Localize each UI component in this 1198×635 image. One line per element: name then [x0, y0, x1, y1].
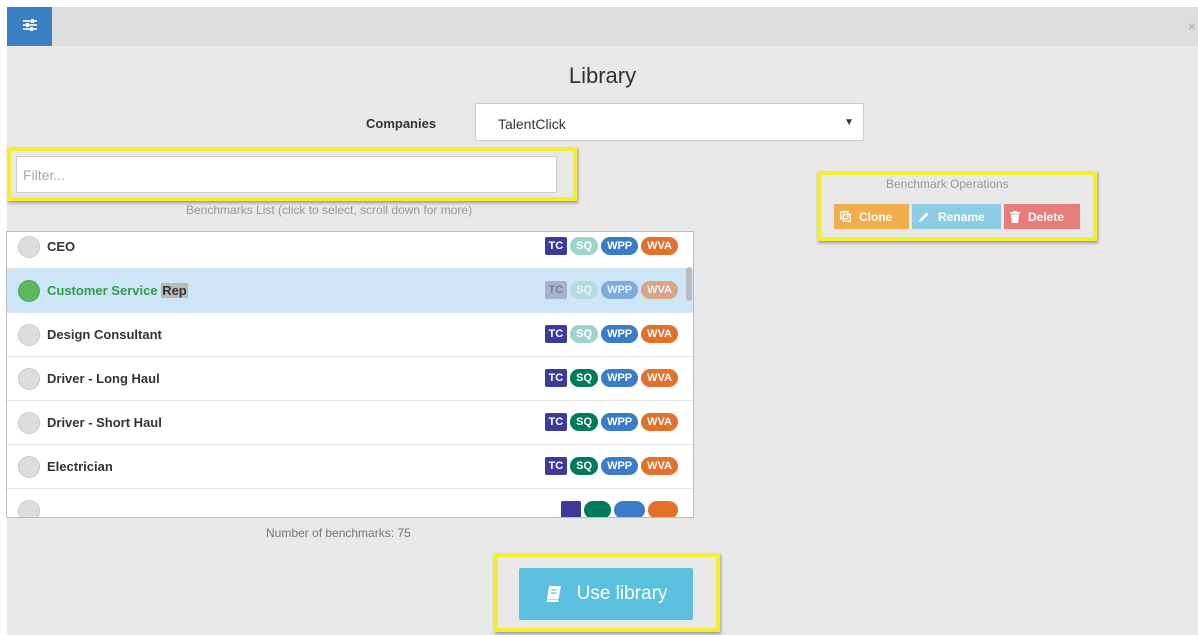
list-item-label: CEO: [47, 239, 76, 254]
tag-group: [560, 501, 678, 517]
search-match-highlight: Rep: [161, 283, 188, 298]
list-item-partial[interactable]: [7, 489, 693, 517]
trash-icon: [1010, 210, 1020, 223]
use-library-label: Use library: [576, 583, 668, 604]
radio-button[interactable]: [18, 236, 40, 258]
companies-select[interactable]: TalentClick ▼: [475, 103, 864, 141]
rename-label: Rename: [938, 209, 985, 224]
tag-wva: WVA: [641, 457, 678, 475]
delete-button[interactable]: Delete: [1004, 204, 1080, 229]
list-item-label: Design Consultant: [47, 327, 162, 342]
tag-group: TC SQ WPP WVA: [544, 237, 678, 255]
sliders-icon: [22, 18, 37, 36]
companies-selected-value: TalentClick: [498, 116, 566, 132]
radio-button[interactable]: [18, 456, 40, 478]
tag-tc: TC: [544, 369, 568, 387]
tag-sq: SQ: [570, 369, 599, 387]
tag-tc: TC: [544, 325, 568, 343]
page-title: Library: [568, 63, 637, 88]
rename-button[interactable]: Rename: [912, 204, 1001, 229]
tag-sq: [584, 501, 612, 517]
tag-wpp: WPP: [601, 325, 639, 343]
filter-input[interactable]: [16, 156, 557, 193]
radio-button[interactable]: [18, 500, 40, 517]
list-item-label: Customer Service Rep: [47, 283, 188, 298]
tag-tc: [560, 501, 582, 517]
list-item-driver-long-haul[interactable]: Driver - Long Haul TC SQ WPP WVA: [7, 357, 693, 401]
clone-button[interactable]: Clone: [834, 204, 909, 229]
radio-button[interactable]: [18, 324, 40, 346]
tag-wpp: WPP: [601, 413, 639, 431]
tag-sq: SQ: [570, 281, 599, 299]
tag-wpp: WPP: [601, 237, 639, 255]
book-icon: [545, 585, 563, 603]
list-scrollbar[interactable]: [686, 267, 692, 301]
tag-wva: WVA: [641, 281, 678, 299]
operations-title: Benchmark Operations: [886, 177, 1009, 191]
list-item-customer-service-rep[interactable]: Customer Service Rep TC SQ WPP WVA: [7, 269, 693, 313]
copy-icon: [840, 211, 851, 222]
benchmarks-list[interactable]: CEO TC SQ WPP WVA Customer Service Rep T…: [6, 231, 694, 518]
tag-wpp: WPP: [601, 457, 639, 475]
tag-group: TC SQ WPP WVA: [544, 457, 678, 475]
tag-wpp: WPP: [601, 369, 639, 387]
tag-wva: [647, 501, 678, 517]
tag-wva: WVA: [641, 237, 678, 255]
radio-button[interactable]: [18, 280, 40, 302]
list-item-label: Driver - Short Haul: [47, 415, 162, 430]
tag-sq: SQ: [570, 413, 599, 431]
radio-button[interactable]: [18, 368, 40, 390]
chevron-down-icon: ▼: [844, 117, 854, 128]
benchmark-count: Number of benchmarks: 75: [266, 526, 411, 540]
radio-button[interactable]: [18, 412, 40, 434]
page: × Library Companies TalentClick ▼ Benchm…: [0, 0, 1198, 635]
tag-group: TC SQ WPP WVA: [544, 325, 678, 343]
close-icon[interactable]: ×: [1188, 19, 1196, 33]
list-item-ceo[interactable]: CEO TC SQ WPP WVA: [7, 232, 693, 269]
list-item-driver-short-haul[interactable]: Driver - Short Haul TC SQ WPP WVA: [7, 401, 693, 445]
clone-label: Clone: [859, 209, 893, 224]
list-item-design-consultant[interactable]: Design Consultant TC SQ WPP WVA: [7, 313, 693, 357]
list-item-electrician[interactable]: Electrician TC SQ WPP WVA: [7, 445, 693, 489]
list-item-label-main: Customer Service: [47, 283, 158, 298]
tag-wpp: WPP: [601, 281, 639, 299]
settings-button[interactable]: [7, 7, 52, 46]
tag-wva: WVA: [641, 369, 678, 387]
tag-wva: WVA: [641, 413, 678, 431]
companies-label: Companies: [366, 116, 437, 131]
tag-tc: TC: [544, 237, 568, 255]
tag-tc: TC: [544, 457, 568, 475]
tag-tc: TC: [544, 413, 568, 431]
list-item-label: Driver - Long Haul: [47, 371, 160, 386]
tag-sq: SQ: [570, 325, 599, 343]
pencil-icon: [918, 211, 930, 223]
tag-group: TC SQ WPP WVA: [544, 413, 678, 431]
tag-wpp: [614, 501, 645, 517]
list-item-label: Electrician: [47, 459, 113, 474]
tag-group: TC SQ WPP WVA: [544, 281, 678, 299]
delete-label: Delete: [1028, 209, 1065, 224]
tag-sq: SQ: [570, 457, 599, 475]
tag-sq: SQ: [570, 237, 599, 255]
modal-header: ×: [7, 7, 1198, 46]
tag-wva: WVA: [641, 325, 678, 343]
tag-group: TC SQ WPP WVA: [544, 369, 678, 387]
tag-tc: TC: [544, 281, 568, 299]
benchmarks-list-caption: Benchmarks List (click to select, scroll…: [186, 203, 473, 217]
use-library-button[interactable]: Use library: [519, 568, 693, 620]
